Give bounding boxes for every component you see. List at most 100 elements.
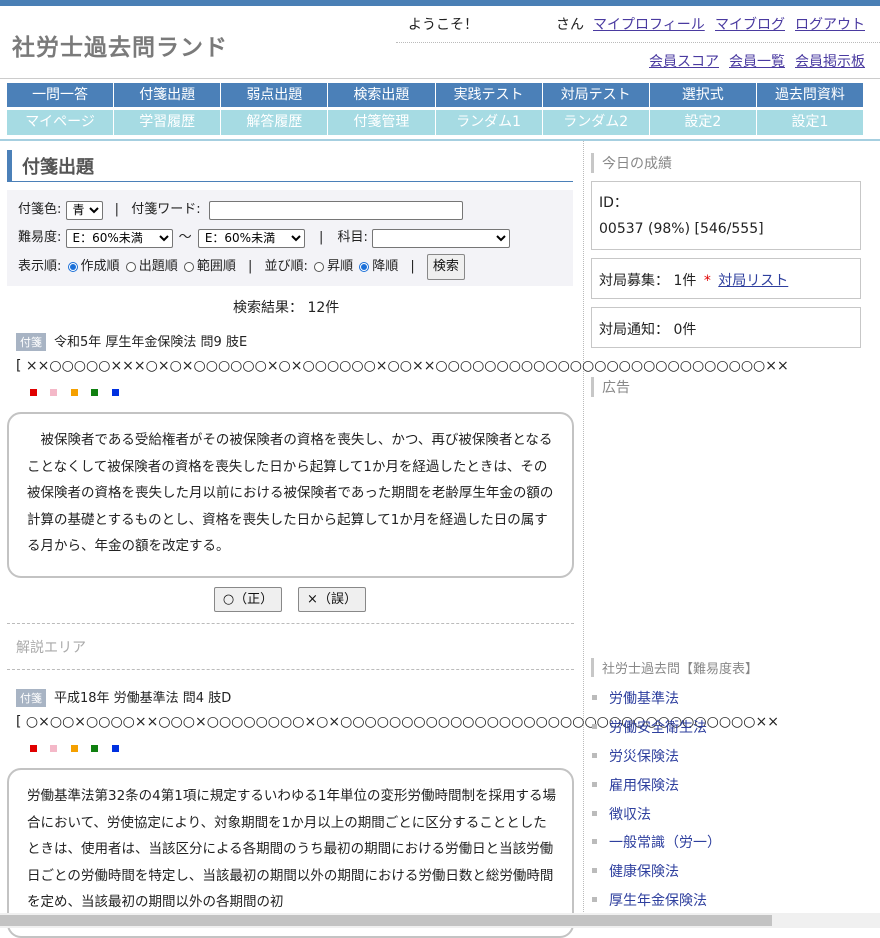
word-label: 付箋ワード:	[131, 202, 201, 217]
nav-underline	[0, 139, 880, 141]
subject-link-choushuu[interactable]: 徴収法	[592, 804, 651, 824]
my-profile-link[interactable]: マイプロフィール	[593, 14, 705, 34]
nav-jissen-test[interactable]: 実践テスト	[435, 83, 543, 107]
question-header: 付箋 平成18年 労働基準法 問4 肢D	[16, 687, 231, 707]
subject-label: 徴収法	[609, 807, 651, 823]
question-title[interactable]: 令和5年 厚生年金保険法 問9 肢E	[54, 335, 247, 350]
nav-my-page[interactable]: マイページ	[7, 110, 115, 135]
question-title[interactable]: 平成18年 労働基準法 問4 肢D	[54, 691, 231, 706]
orange-sticky-swatch[interactable]	[71, 389, 78, 396]
order-created-label: 作成順	[80, 259, 120, 274]
subject-link-roudou-kijun[interactable]: 労働基準法	[592, 688, 679, 708]
page-title: 付箋出題	[22, 157, 94, 178]
subject-link-anzen-eisei[interactable]: 労働安全衛生法	[592, 717, 707, 737]
member-list-link[interactable]: 会員一覧	[729, 51, 785, 71]
difficulty-table-title: 社労士過去問【難易度表】	[591, 658, 758, 677]
match-recruit-line: 対局募集： 1件 * 対局リスト	[599, 270, 788, 290]
welcome-text: ようこそ！	[408, 17, 478, 33]
member-board-link[interactable]: 会員掲示板	[795, 51, 865, 71]
match-notice-count: 0件	[673, 322, 697, 338]
subject-link-rousai[interactable]: 労災保険法	[592, 746, 679, 766]
sort-label: 並び順:	[264, 259, 308, 274]
nav-ichimon-itto[interactable]: 一問一答	[7, 83, 115, 107]
divider	[7, 623, 574, 624]
nav-kensaku-shutsudai[interactable]: 検索出題	[328, 83, 436, 107]
scrollbar-thumb[interactable]	[0, 915, 772, 926]
site-title[interactable]: 社労士過去問ランド	[12, 28, 228, 62]
my-blog-link[interactable]: マイブログ	[715, 14, 785, 34]
bullet	[592, 753, 597, 758]
san-text: さん	[556, 17, 584, 33]
subject-link-kousei-nenkin[interactable]: 厚生年金保険法	[592, 890, 707, 910]
red-sticky-swatch[interactable]	[30, 389, 37, 396]
answer-history-marks: [ ○×○○×○○○○××○○○×○○○○○○○○×○×○○○○○○○○○○○○…	[16, 714, 779, 730]
logout-link[interactable]: ログアウト	[795, 14, 865, 34]
pink-sticky-swatch[interactable]	[50, 745, 57, 752]
asterisk: *	[703, 273, 711, 289]
ad-title: 広告	[591, 377, 630, 397]
bullet	[592, 782, 597, 787]
subject-label: 厚生年金保険法	[609, 893, 707, 909]
question-text: 被保険者である受給権者がその被保険者の資格を喪失し、かつ、再び被保険者となること…	[27, 432, 554, 554]
sub-nav: マイページ 学習履歴 解答履歴 付箋管理 ランダム1 ランダム2 設定2 設定1	[7, 110, 863, 135]
bullet	[592, 868, 597, 873]
order-shutsudai-label: 出題順	[138, 259, 178, 274]
bullet	[592, 724, 597, 729]
subject-link-kenkou-hoken[interactable]: 健康保険法	[592, 861, 679, 881]
difficulty-to-select[interactable]: E：60%未満	[197, 228, 305, 248]
blue-sticky-swatch[interactable]	[112, 389, 119, 396]
result-count: 検索結果： 12件	[233, 300, 340, 316]
search-button[interactable]: 検索	[426, 254, 465, 280]
nav-sentakushiki[interactable]: 選択式	[649, 83, 757, 107]
match-list-link[interactable]: 対局リスト	[718, 273, 788, 289]
sort-desc-radio[interactable]	[359, 262, 370, 272]
word-input[interactable]	[208, 200, 463, 220]
user-header: ようこそ！ さん マイプロフィール マイブログ ログアウト	[408, 14, 880, 34]
green-sticky-swatch[interactable]	[91, 745, 98, 752]
blue-sticky-swatch[interactable]	[112, 745, 119, 752]
match-notice-label: 対局通知：	[599, 322, 669, 338]
answer-true-button[interactable]: ○（正）	[214, 587, 282, 612]
nav-settings-2[interactable]: 設定2	[649, 110, 757, 135]
top-accent-bar	[0, 0, 880, 6]
nav-fusen-manage[interactable]: 付箋管理	[328, 110, 436, 135]
subject-label: 科目:	[337, 230, 368, 245]
search-row-3: 表示順: 作成順 出題順 範囲順 | 並び順: 昇順 降順 | 検索	[18, 254, 465, 280]
range-separator: ～	[178, 230, 192, 245]
match-recruit-count: 1件	[673, 273, 697, 289]
bullet	[592, 695, 597, 700]
pink-sticky-swatch[interactable]	[50, 389, 57, 396]
order-created-radio[interactable]	[67, 262, 78, 272]
today-results-box: ID： 00537 (98%) [546/555]	[591, 181, 861, 250]
nav-jakuten-shutsudai[interactable]: 弱点出題	[221, 83, 329, 107]
nav-study-history[interactable]: 学習履歴	[114, 110, 222, 135]
order-shutsudai-radio[interactable]	[125, 262, 136, 272]
order-range-radio[interactable]	[183, 262, 194, 272]
horizontal-scrollbar[interactable]	[0, 913, 880, 928]
member-score-link[interactable]: 会員スコア	[649, 51, 719, 71]
nav-settings-1[interactable]: 設定1	[756, 110, 863, 135]
question-text: 労働基準法第32条の4第1項に規定するいわゆる1年単位の変形労働時間制を採用する…	[27, 788, 556, 910]
nav-random-2[interactable]: ランダム2	[542, 110, 650, 135]
color-select[interactable]: 青	[65, 200, 103, 220]
red-sticky-swatch[interactable]	[30, 745, 37, 752]
subject-link-ippan-joushiki[interactable]: 一般常識（労一）	[592, 832, 721, 852]
orange-sticky-swatch[interactable]	[71, 745, 78, 752]
nav-fusen-shutsudai[interactable]: 付箋出題	[114, 83, 222, 107]
subject-link-koyou[interactable]: 雇用保険法	[592, 775, 679, 795]
difficulty-from-select[interactable]: E：60%未満	[65, 228, 173, 248]
subject-label: 労働安全衛生法	[609, 720, 707, 736]
answer-false-button[interactable]: ×（誤）	[298, 587, 366, 612]
search-row-1: 付箋色: 青 | 付箋ワード:	[18, 199, 463, 221]
green-sticky-swatch[interactable]	[91, 389, 98, 396]
sort-asc-label: 昇順	[327, 259, 354, 274]
sort-asc-radio[interactable]	[314, 262, 325, 272]
subject-select[interactable]	[372, 228, 511, 248]
nav-kakomon-shiryo[interactable]: 過去問資料	[756, 83, 863, 107]
search-form: 付箋色: 青 | 付箋ワード: 難易度: E：60%未満 ～ E：60%未満 |…	[7, 190, 573, 286]
color-label: 付箋色:	[18, 202, 62, 217]
id-label: ID：	[599, 195, 628, 211]
nav-random-1[interactable]: ランダム1	[435, 110, 543, 135]
nav-answer-history[interactable]: 解答履歴	[221, 110, 329, 135]
nav-taikyoku-test[interactable]: 対局テスト	[542, 83, 650, 107]
